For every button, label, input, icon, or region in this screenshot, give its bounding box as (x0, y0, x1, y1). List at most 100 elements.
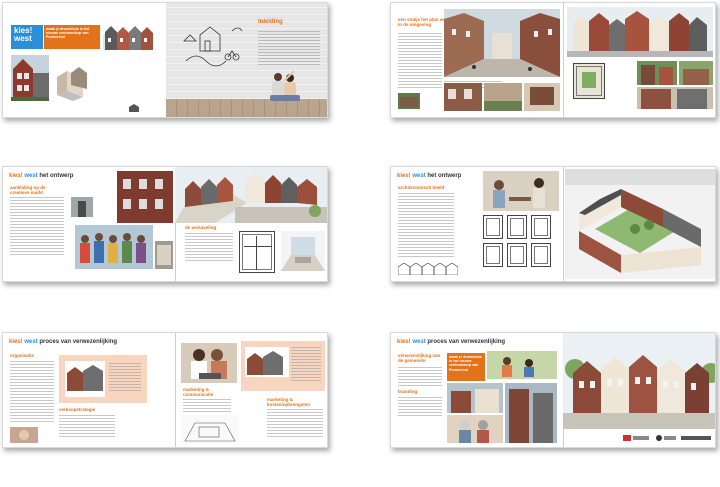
spread-environment: een stukje het plan wel in de omgeving (390, 2, 716, 118)
page-design-left: kies! west het ontwerp aanleiding op de … (3, 167, 175, 281)
page-environment-right (563, 3, 715, 117)
document-text (109, 363, 141, 393)
alley-photo (637, 87, 713, 109)
thumb-photo-1 (398, 93, 420, 109)
brand-west: west (24, 339, 38, 345)
design-text-col1 (10, 197, 64, 257)
costs-text (267, 409, 323, 439)
brochure-text (291, 347, 321, 383)
thumb-photo-3 (484, 83, 522, 111)
couple-laptop-photo (181, 343, 237, 383)
3d-house-model (57, 67, 87, 101)
people-meeting-photo (483, 171, 559, 211)
tagline-box: maak je droomhuis in het nieuwe centrumd… (44, 25, 100, 49)
spread-design-2: kies! west het ontwerp architectonisch b… (390, 166, 716, 282)
plot-heading: de verkaveling (185, 225, 217, 230)
floor-plan-f (531, 243, 551, 267)
small-house-icon (129, 104, 139, 112)
marketing-text (183, 399, 231, 413)
brochure-facade-thumb (245, 347, 289, 377)
page-process-right: marketing & communicatie marketing & kos… (175, 333, 327, 447)
doorway-photo (71, 197, 93, 217)
spread-cover-intro: kies! west maak je droomhuis in het nieu… (2, 2, 328, 118)
intro-title: Inleiding (258, 19, 283, 25)
townhouse-row-photo (103, 26, 153, 50)
floor-plan-a (483, 215, 503, 239)
group-people-photo (75, 225, 153, 269)
site-plan (573, 63, 605, 99)
environment-heading: een stukje het plan wel in de omgeving (398, 17, 448, 27)
thumb-photo-4 (524, 83, 560, 111)
document-facade-thumb (65, 361, 105, 397)
page-realisation-left: kies! west proces van verwezenlijking ve… (391, 333, 563, 447)
hands-photo (10, 427, 38, 443)
sales-text (59, 415, 115, 439)
street-photo-small (505, 383, 557, 443)
page-realisation-right (563, 333, 715, 447)
section-title: proces van verwezenlijking (427, 339, 506, 345)
plot-text (185, 233, 233, 261)
brick-house-photo (11, 55, 49, 101)
brand-kies: kies! (397, 339, 411, 345)
brochure-panel (241, 341, 325, 391)
spread-process-1: kies! west proces van verwezenlijking or… (2, 332, 328, 448)
slogan-box: maak je droomhuis in het nieuwe centrumd… (447, 353, 485, 381)
section-header: kies! west het ontwerp (9, 173, 73, 179)
street-facade-render (567, 7, 713, 57)
page-architecture-right (563, 167, 715, 281)
architecture-heading: architectonisch beeld (398, 185, 445, 190)
floor-plan-d (483, 243, 503, 267)
spread-design-1: kies! west het ontwerp aanleiding op de … (2, 166, 328, 282)
stairs-photo (155, 241, 173, 269)
brand-kies: kies! (9, 173, 23, 179)
page-cover: kies! west maak je droomhuis in het nieu… (3, 3, 166, 117)
intro-body-text (258, 31, 320, 65)
elevation-drawing (398, 263, 458, 275)
floor-plan-e (507, 243, 527, 267)
logo-line-2: west (14, 34, 32, 43)
block-aerial-render (565, 169, 715, 279)
brand-kies: kies! (397, 173, 411, 179)
thumb-photo-2 (444, 83, 482, 111)
municipality-heading: verwezenlijking van de gemeente (398, 353, 441, 363)
brand-kies: kies! (9, 339, 23, 345)
municipality-text (398, 367, 442, 387)
floor-plan-b (507, 215, 527, 239)
page-process-left: kies! west proces van verwezenlijking or… (3, 333, 175, 447)
page-architecture-left: kies! west het ontwerp architectonisch b… (391, 167, 563, 281)
architecture-text (398, 193, 454, 259)
interior-sketch (181, 415, 239, 443)
page-environment-left: een stukje het plan wel in de omgeving (391, 3, 563, 117)
interior-render (281, 231, 325, 271)
page-design-right: de verkaveling (175, 167, 327, 281)
page-introduction: Inleiding (166, 3, 327, 117)
organisation-heading: organisatie (10, 353, 35, 358)
section-header: kies! west proces van verwezenlijking (9, 339, 117, 345)
design-heading: aanleiding op de creatieve markt (10, 185, 46, 195)
section-title: het ontwerp (39, 173, 74, 179)
section-header: kies! west proces van verwezenlijking (397, 339, 505, 345)
spread-process-2: kies! west proces van verwezenlijking ve… (390, 332, 716, 448)
brick-facade-photo (117, 171, 173, 223)
kieswest-logo: kies! west (11, 25, 43, 49)
brand-west: west (24, 173, 38, 179)
branding-heading: branding (398, 389, 418, 394)
family-photo (487, 351, 557, 379)
couple-photo (270, 70, 300, 101)
document-panel (59, 355, 147, 403)
floor-plan-1 (239, 231, 275, 273)
section-title: proces van verwezenlijking (39, 339, 118, 345)
elderly-couple-photo (447, 415, 503, 443)
street-aerial-render (175, 167, 327, 223)
lane-photo (637, 61, 677, 85)
garden-photo (679, 61, 713, 85)
sales-heading: verkoopstrategie (59, 407, 96, 412)
section-header: kies! west het ontwerp (397, 173, 461, 179)
organisation-text (10, 361, 54, 423)
village-street-photo (444, 9, 560, 77)
costs-heading: marketing & kosten/opbrengsten (267, 397, 311, 407)
sketch-drawing (183, 26, 243, 67)
floor-plan-c (531, 215, 551, 239)
brand-west: west (412, 339, 426, 345)
branding-text (398, 397, 442, 417)
